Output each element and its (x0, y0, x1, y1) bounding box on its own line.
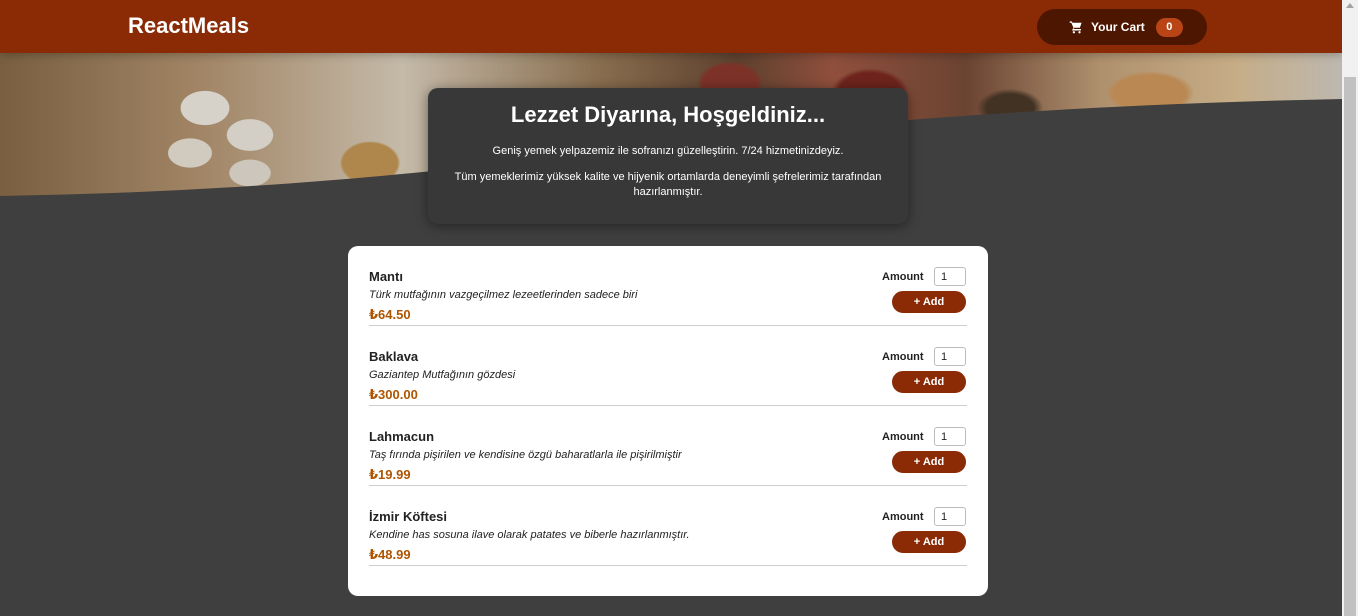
meal-price: ₺19.99 (369, 467, 411, 482)
meal-description: Kendine has sosuna ilave olarak patates … (369, 529, 690, 541)
meal-item: İzmir Köftesi Kendine has sosuna ilave o… (369, 486, 967, 566)
page-scrollbar[interactable] (1342, 0, 1358, 616)
meal-price: ₺48.99 (369, 547, 411, 562)
scrollbar-thumb[interactable] (1344, 77, 1356, 616)
meal-name: Baklava (369, 349, 419, 364)
amount-label: Amount (882, 431, 924, 443)
cart-icon (1069, 20, 1083, 34)
add-button[interactable]: + Add (892, 531, 966, 553)
amount-label: Amount (882, 511, 924, 523)
summary-title: Lezzet Diyarına, Hoşgeldiniz... (510, 102, 826, 127)
meal-name: İzmir Köftesi (369, 509, 448, 524)
brand-title: ReactMeals (128, 13, 250, 38)
summary-paragraph: Geniş yemek yelpazemiz ile sofranızı güz… (492, 145, 844, 157)
amount-input[interactable] (934, 427, 966, 446)
meals-list: Mantı Türk mutfağının vazgeçilmez lezeet… (348, 246, 988, 596)
app-header: ReactMeals Your Cart 0 (0, 0, 1342, 53)
amount-input[interactable] (934, 267, 966, 286)
amount-label: Amount (882, 351, 924, 363)
cart-count-badge: 0 (1155, 17, 1183, 37)
add-button[interactable]: + Add (892, 451, 966, 473)
meal-description: Taş fırında pişirilen ve kendisine özgü … (369, 449, 682, 461)
amount-label: Amount (882, 271, 924, 283)
meal-description: Gaziantep Mutfağının gözdesi (369, 369, 516, 381)
add-button[interactable]: + Add (892, 291, 966, 313)
meal-description: Türk mutfağının vazgeçilmez lezeetlerind… (369, 289, 638, 301)
meal-item: Baklava Gaziantep Mutfağının gözdesi ₺30… (369, 326, 967, 406)
meal-price: ₺64.50 (369, 307, 411, 322)
welcome-summary: Lezzet Diyarına, Hoşgeldiniz... Geniş ye… (428, 88, 908, 224)
cart-label: Your Cart (1091, 20, 1145, 34)
scroll-up-arrow-icon[interactable] (1346, 3, 1354, 8)
meal-item: Mantı Türk mutfağının vazgeçilmez lezeet… (369, 246, 967, 326)
meal-price: ₺300.00 (369, 387, 418, 402)
amount-input[interactable] (934, 347, 966, 366)
amount-input[interactable] (934, 507, 966, 526)
cart-button[interactable]: Your Cart 0 (1037, 9, 1207, 45)
meal-item: Lahmacun Taş fırında pişirilen ve kendis… (369, 406, 967, 486)
add-button[interactable]: + Add (892, 371, 966, 393)
meal-name: Mantı (369, 269, 403, 284)
meal-name: Lahmacun (369, 429, 435, 444)
summary-paragraph: Tüm yemeklerimiz yüksek kalite ve hijyen… (454, 171, 882, 198)
